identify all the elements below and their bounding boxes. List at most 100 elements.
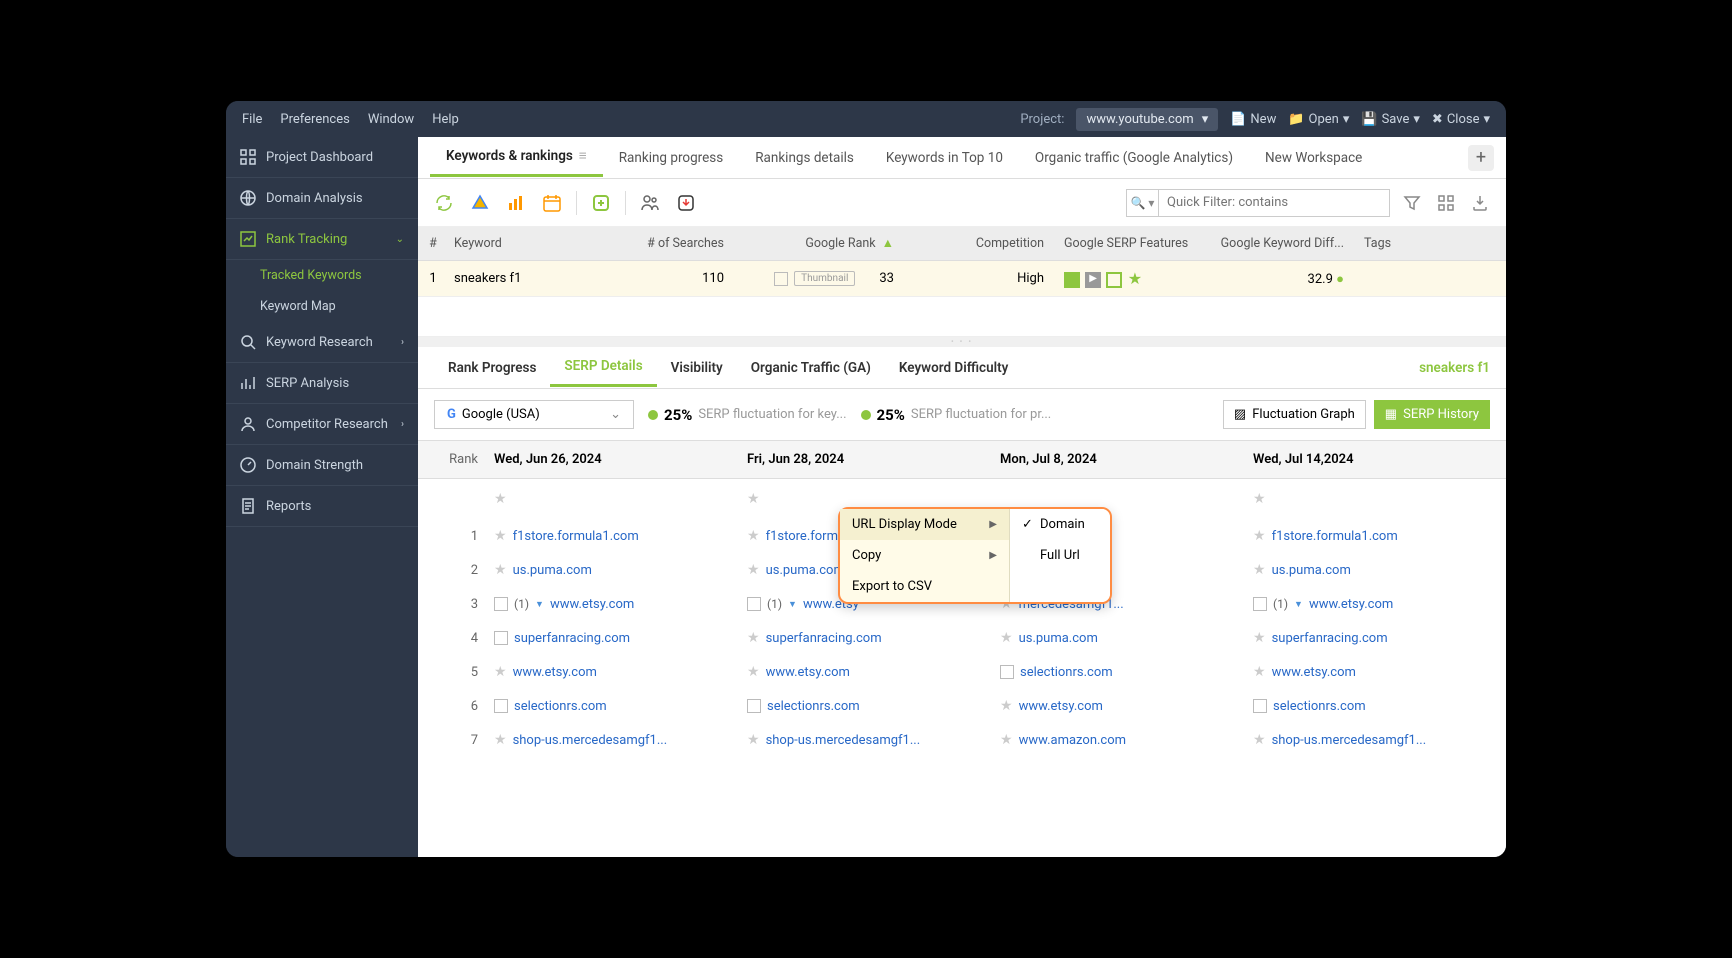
chevron-down-icon[interactable]: ▼ — [788, 599, 797, 610]
star-icon[interactable]: ★ — [494, 732, 507, 748]
col-header-rank[interactable]: Google Rank ▲ — [738, 236, 908, 251]
refresh-icon[interactable] — [432, 191, 456, 215]
new-button[interactable]: 📄New — [1230, 112, 1276, 127]
star-icon[interactable]: ★ — [1253, 562, 1266, 578]
url-link[interactable]: superfanracing.com — [766, 631, 882, 646]
date-col-1[interactable]: Fri, Jun 28, 2024 — [747, 452, 1000, 467]
sidebar-item-domain-analysis[interactable]: Domain Analysis — [226, 178, 418, 219]
project-select[interactable]: www.youtube.com ▾ — [1076, 108, 1218, 131]
url-link[interactable]: www.etsy.com — [550, 597, 634, 612]
subtab-serp-details[interactable]: SERP Details — [550, 348, 656, 387]
url-link[interactable]: f1store.formula1.com — [513, 529, 639, 544]
col-header-searches[interactable]: # of Searches — [598, 236, 738, 251]
fluctuation-graph-button[interactable]: ▨Fluctuation Graph — [1223, 400, 1366, 429]
chevron-down-icon[interactable]: ▼ — [535, 599, 544, 610]
grid-view-icon[interactable] — [1434, 191, 1458, 215]
star-icon[interactable]: ★ — [494, 562, 507, 578]
star-icon[interactable]: ★ — [747, 732, 760, 748]
tab-ranking-progress[interactable]: Ranking progress — [603, 140, 739, 176]
chevron-down-icon[interactable]: ▼ — [1294, 599, 1303, 610]
subtab-keyword-difficulty[interactable]: Keyword Difficulty — [885, 350, 1023, 386]
url-link[interactable]: us.puma.com — [1019, 631, 1098, 646]
users-icon[interactable] — [638, 191, 662, 215]
url-link[interactable]: selectionrs.com — [514, 699, 607, 714]
col-header-features[interactable]: Google SERP Features — [1058, 236, 1198, 251]
url-link[interactable]: selectionrs.com — [1020, 665, 1113, 680]
url-link[interactable]: us.puma.com — [513, 563, 592, 578]
star-icon[interactable]: ★ — [747, 528, 760, 544]
star-icon[interactable]: ★ — [494, 528, 507, 544]
sidebar-item-rank-tracking[interactable]: Rank Tracking ⌄ — [226, 219, 418, 260]
subtab-organic-traffic[interactable]: Organic Traffic (GA) — [737, 350, 885, 386]
url-link[interactable]: us.puma.com — [766, 563, 845, 578]
star-icon[interactable]: ★ — [494, 491, 507, 507]
keyword-row[interactable]: 1 sneakers f1 110 Thumbnail 33 High ▶ ★ … — [418, 261, 1506, 297]
star-icon[interactable]: ★ — [1000, 732, 1013, 748]
open-button[interactable]: 📁Open▾ — [1288, 112, 1349, 127]
sidebar-item-serp-analysis[interactable]: SERP Analysis — [226, 363, 418, 404]
menu-window[interactable]: Window — [368, 112, 414, 127]
tab-organic-traffic[interactable]: Organic traffic (Google Analytics) — [1019, 140, 1249, 176]
url-link[interactable]: www.etsy.com — [513, 665, 597, 680]
url-link[interactable]: www.etsy.com — [1019, 699, 1103, 714]
url-link[interactable]: superfanracing.com — [514, 631, 630, 646]
tab-new-workspace[interactable]: New Workspace — [1249, 140, 1378, 176]
star-icon[interactable]: ★ — [1253, 664, 1266, 680]
sidebar-item-keyword-research[interactable]: Keyword Research › — [226, 322, 418, 363]
menu-help[interactable]: Help — [432, 112, 459, 127]
search-engine-select[interactable]: GGoogle (USA) ⌄ — [434, 400, 634, 429]
drag-handle[interactable]: • • • — [418, 337, 1506, 347]
col-header-difficulty[interactable]: Google Keyword Diff... — [1198, 236, 1358, 251]
url-link[interactable]: f1store.formula1.com — [1272, 529, 1398, 544]
url-link[interactable]: us.puma.com — [1272, 563, 1351, 578]
ctx-export-csv[interactable]: Export to CSV — [840, 571, 1009, 602]
ctx-copy[interactable]: Copy▶ — [840, 540, 1009, 571]
date-col-3[interactable]: Wed, Jul 14,2024 — [1253, 452, 1506, 467]
sidebar-item-dashboard[interactable]: Project Dashboard — [226, 137, 418, 178]
subtab-rank-progress[interactable]: Rank Progress — [434, 350, 550, 386]
sidebar-item-reports[interactable]: Reports — [226, 486, 418, 527]
star-icon[interactable]: ★ — [1253, 630, 1266, 646]
star-icon[interactable]: ★ — [747, 630, 760, 646]
url-link[interactable]: www.amazon.com — [1019, 733, 1126, 748]
bars-refresh-icon[interactable] — [504, 191, 528, 215]
triangle-icon[interactable] — [468, 191, 492, 215]
filter-icon[interactable] — [1400, 191, 1424, 215]
url-link[interactable]: www.etsy.com — [766, 665, 850, 680]
save-button[interactable]: 💾Save▾ — [1361, 112, 1420, 127]
ctx-fullurl-option[interactable]: Full Url — [1010, 540, 1110, 571]
url-link[interactable]: selectionrs.com — [767, 699, 860, 714]
star-icon[interactable]: ★ — [747, 562, 760, 578]
sidebar-sub-tracked-keywords[interactable]: Tracked Keywords — [226, 260, 418, 291]
ctx-url-display-mode[interactable]: URL Display Mode▶ — [840, 509, 1009, 540]
url-link[interactable]: www.etsy.com — [1309, 597, 1393, 612]
col-header-competition[interactable]: Competition — [908, 236, 1058, 251]
export-icon[interactable] — [1468, 191, 1492, 215]
star-icon[interactable]: ★ — [1253, 491, 1266, 507]
star-icon[interactable]: ★ — [1253, 528, 1266, 544]
url-link[interactable]: shop-us.mercedesamgf1... — [513, 733, 668, 748]
col-header-keyword[interactable]: Keyword — [448, 236, 598, 251]
star-icon[interactable]: ★ — [1253, 732, 1266, 748]
star-icon[interactable]: ★ — [1000, 630, 1013, 646]
star-icon[interactable]: ★ — [747, 491, 760, 507]
sidebar-sub-keyword-map[interactable]: Keyword Map — [226, 291, 418, 322]
download-icon[interactable] — [674, 191, 698, 215]
calendar-icon[interactable] — [540, 191, 564, 215]
close-button[interactable]: ✖Close▾ — [1432, 112, 1490, 127]
col-header-tags[interactable]: Tags — [1358, 236, 1506, 251]
date-col-0[interactable]: Wed, Jun 26, 2024 — [494, 452, 747, 467]
url-link[interactable]: shop-us.mercedesamgf1... — [766, 733, 921, 748]
url-link[interactable]: www.etsy.com — [1272, 665, 1356, 680]
tab-keywords-top10[interactable]: Keywords in Top 10 — [870, 140, 1019, 176]
serp-history-button[interactable]: ▦SERP History — [1374, 400, 1490, 429]
sidebar-item-domain-strength[interactable]: Domain Strength — [226, 445, 418, 486]
subtab-visibility[interactable]: Visibility — [657, 350, 737, 386]
star-icon[interactable]: ★ — [1000, 698, 1013, 714]
star-icon[interactable]: ★ — [747, 664, 760, 680]
ctx-domain-option[interactable]: ✓Domain — [1010, 509, 1110, 540]
url-link[interactable]: superfanracing.com — [1272, 631, 1388, 646]
date-col-2[interactable]: Mon, Jul 8, 2024 — [1000, 452, 1253, 467]
add-icon[interactable] — [589, 191, 613, 215]
quick-filter-input[interactable] — [1159, 190, 1389, 216]
